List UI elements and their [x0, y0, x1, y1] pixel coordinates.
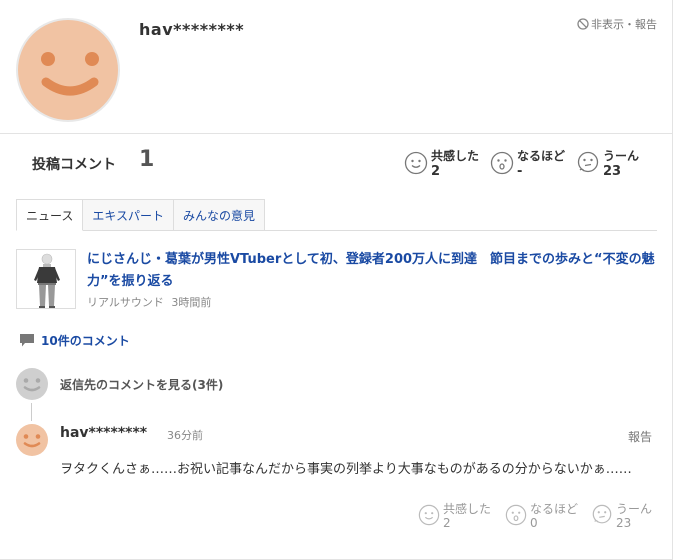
stat-value: 2: [431, 164, 441, 179]
speech-bubble-icon: [20, 334, 34, 347]
stat-naruhodo: なるほど -: [490, 149, 565, 179]
view-replies-link[interactable]: 返信先のコメントを見る(3件): [60, 376, 223, 393]
reaction-label: 共感した: [443, 502, 492, 516]
hide-report-label: 非表示・報告: [591, 18, 657, 31]
article-meta: リアルサウンド 3時間前: [87, 294, 215, 310]
tab-bar: ニュース エキスパート みんなの意見: [16, 199, 266, 231]
tab-opinions[interactable]: みんなの意見: [174, 199, 266, 231]
hmm-icon: [592, 504, 612, 524]
post-count-label: 投稿コメント: [32, 157, 116, 173]
post-count-value: 1: [139, 147, 155, 172]
stat-value: 23: [603, 164, 622, 179]
smiley-face-icon: [41, 52, 99, 96]
reaction-value: 0: [530, 516, 538, 530]
smile-icon: [418, 504, 440, 526]
stat-value: -: [517, 164, 523, 179]
tab-news[interactable]: ニュース: [16, 199, 84, 231]
reaction-label: なるほど: [530, 502, 579, 516]
comment-username: hav********: [60, 425, 148, 441]
comment-count-link[interactable]: 10件のコメント: [19, 332, 130, 349]
reply-parent-avatar: [16, 368, 48, 400]
comment-report-link[interactable]: 報告: [628, 428, 652, 445]
smiley-face-icon: [23, 434, 41, 448]
comment-avatar: [16, 424, 48, 456]
hide-report-link[interactable]: 非表示・報告: [577, 16, 657, 32]
article-time: 3時間前: [171, 296, 212, 309]
header-divider: [0, 133, 673, 134]
profile-avatar: [16, 18, 120, 122]
reaction-label: うーん: [616, 502, 653, 516]
stat-label: なるほど: [517, 149, 566, 163]
article-thumbnail[interactable]: [16, 249, 76, 309]
comment-time: 36分前: [167, 429, 203, 442]
comment-count-label: 10件のコメント: [41, 334, 130, 348]
smile-icon: [404, 151, 428, 175]
article-source: リアルサウンド: [87, 296, 164, 309]
reaction-value: 2: [443, 516, 451, 530]
article-title-link[interactable]: にじさんじ・葛葉が男性VTuberとして初、登録者200万人に到達 節目までの歩…: [87, 249, 657, 293]
hmm-icon: [577, 151, 599, 173]
comment-naruhodo-button[interactable]: なるほど 0: [505, 502, 578, 530]
ban-icon: [577, 18, 589, 30]
reaction-value: 23: [616, 516, 632, 530]
surprised-icon: [505, 504, 527, 526]
stat-label: うーん: [603, 149, 640, 163]
stat-label: 共感した: [431, 149, 480, 163]
comment-text: ヲタクくんさぁ……お祝い記事なんだから事実の列挙より大事なものがあるの分からない…: [60, 462, 632, 477]
article-thumbnail-image: [17, 250, 75, 308]
thread-connector: [31, 403, 32, 421]
comment-empathy-button[interactable]: 共感した 2: [418, 502, 491, 530]
stat-empathy: 共感した 2: [404, 149, 479, 179]
comment-uun-button[interactable]: うーん 23: [591, 502, 652, 530]
smiley-face-icon: [23, 378, 41, 392]
surprised-icon: [490, 151, 514, 175]
tab-expert[interactable]: エキスパート: [83, 199, 175, 231]
stat-uun: うーん 23: [576, 149, 639, 179]
profile-username: hav********: [139, 20, 245, 39]
